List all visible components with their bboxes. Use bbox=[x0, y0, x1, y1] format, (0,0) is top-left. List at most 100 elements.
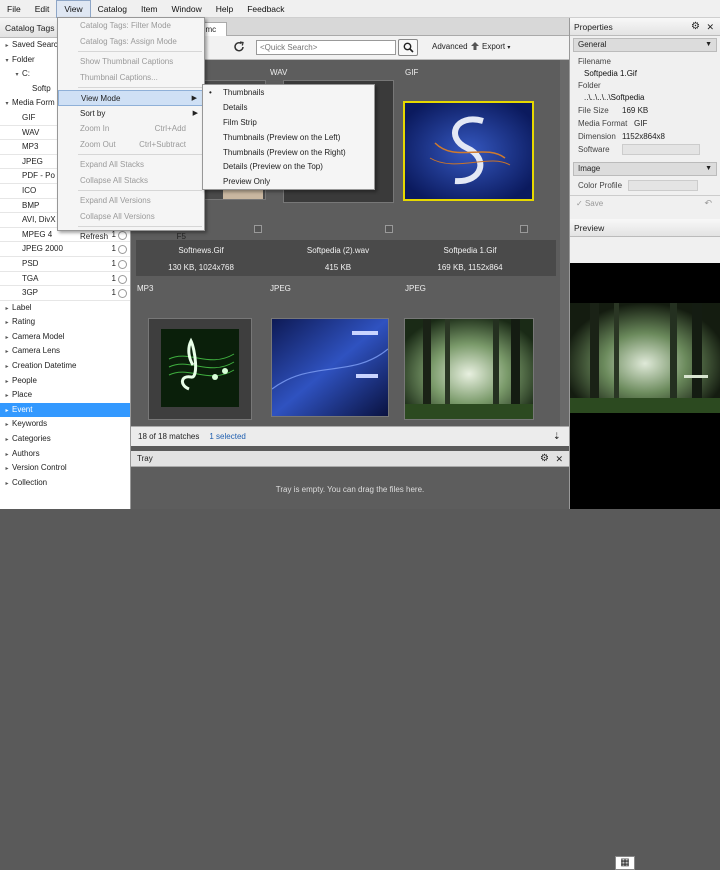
tree-item[interactable]: ▸ Camera Model bbox=[0, 330, 130, 345]
tree-item[interactable]: TGA 1 bbox=[0, 272, 130, 287]
menu-help[interactable]: Help bbox=[209, 0, 240, 18]
select-checkbox[interactable] bbox=[254, 225, 262, 233]
expand-arrow-icon[interactable]: ▾ bbox=[12, 68, 22, 82]
tree-item[interactable]: ▸ Place bbox=[0, 388, 130, 403]
expand-arrow-icon[interactable]: ▸ bbox=[2, 462, 12, 476]
view-menu-item[interactable]: Refresh F5 bbox=[58, 229, 204, 245]
expand-arrow-icon[interactable]: ▸ bbox=[2, 302, 12, 316]
grid-scrollbar[interactable] bbox=[560, 60, 569, 426]
expand-arrow-icon[interactable]: ▸ bbox=[2, 448, 12, 462]
tree-item[interactable]: 3GP 1 bbox=[0, 286, 130, 301]
export-icon bbox=[470, 41, 480, 51]
search-button[interactable] bbox=[398, 39, 418, 56]
tree-item[interactable]: ▸ Collection bbox=[0, 476, 130, 491]
general-section-header[interactable]: General ▼ bbox=[573, 38, 717, 52]
stack-toggle-icon[interactable]: ⇣ bbox=[553, 431, 561, 442]
menu-file[interactable]: File bbox=[0, 0, 28, 18]
view-mode-item[interactable]: Thumbnails (Preview on the Right) bbox=[203, 146, 374, 161]
menu-item[interactable]: Item bbox=[134, 0, 165, 18]
menu-item-shortcut: Ctrl+Add bbox=[154, 124, 186, 133]
software-field[interactable] bbox=[622, 144, 700, 155]
tree-item[interactable]: ▸ Event bbox=[0, 402, 130, 418]
view-menu-item[interactable]: Catalog Tags: Assign Mode bbox=[58, 34, 204, 50]
tag-assign-toggle[interactable] bbox=[118, 274, 127, 284]
menu-separator bbox=[78, 51, 202, 52]
refresh-icon[interactable] bbox=[232, 40, 246, 54]
advanced-button[interactable]: Advanced bbox=[432, 42, 468, 51]
colorprofile-field[interactable] bbox=[628, 180, 698, 191]
expand-arrow-icon[interactable]: ▸ bbox=[2, 433, 12, 447]
tag-assign-toggle[interactable] bbox=[118, 245, 127, 255]
tree-item[interactable]: ▸ Authors bbox=[0, 447, 130, 462]
gear-icon[interactable]: ⚙ bbox=[691, 18, 700, 36]
menu-view[interactable]: View bbox=[56, 0, 91, 18]
thumbnail-jpeg-2[interactable] bbox=[404, 318, 534, 420]
tree-item[interactable]: ▸ Categories bbox=[0, 432, 130, 447]
select-checkbox[interactable] bbox=[385, 225, 393, 233]
view-mode-item[interactable]: Preview Only bbox=[203, 175, 374, 190]
view-menu-item[interactable]: Expand All Stacks bbox=[58, 157, 204, 173]
view-menu-item[interactable]: Collapse All Versions bbox=[58, 209, 204, 225]
expand-arrow-icon[interactable]: ▾ bbox=[2, 54, 12, 68]
expand-arrow-icon[interactable]: ▸ bbox=[2, 404, 12, 418]
tree-item[interactable]: ▸ Version Control bbox=[0, 461, 130, 476]
expand-arrow-icon[interactable]: ▸ bbox=[2, 331, 12, 345]
quick-search-input[interactable] bbox=[256, 40, 396, 55]
tree-item[interactable]: ▸ Label bbox=[0, 301, 130, 316]
expand-arrow-icon[interactable]: ▸ bbox=[2, 345, 12, 359]
revert-icon[interactable]: ↶ bbox=[704, 198, 712, 209]
tray-area[interactable]: Tray is empty. You can drag the files he… bbox=[131, 467, 569, 509]
close-icon[interactable]: ✕ bbox=[555, 451, 563, 467]
view-menu-item[interactable]: View Mode ▶ bbox=[58, 90, 204, 106]
menu-edit[interactable]: Edit bbox=[28, 0, 57, 18]
view-menu-item[interactable]: Catalog Tags: Filter Mode bbox=[58, 18, 204, 34]
tree-item-label: JPEG bbox=[22, 156, 43, 166]
tree-item[interactable]: JPEG 2000 1 bbox=[0, 242, 130, 257]
view-menu-item[interactable]: Show Thumbnail Captions bbox=[58, 54, 204, 70]
expand-arrow-icon[interactable]: ▸ bbox=[2, 375, 12, 389]
close-icon[interactable]: ✕ bbox=[706, 18, 714, 36]
tree-item[interactable]: ▸ Creation Datetime bbox=[0, 359, 130, 374]
view-mode-item[interactable]: Film Strip bbox=[203, 116, 374, 131]
view-menu-item[interactable]: Collapse All Stacks bbox=[58, 173, 204, 189]
expand-arrow-icon[interactable]: ▸ bbox=[2, 418, 12, 432]
tag-assign-toggle[interactable] bbox=[118, 259, 127, 269]
expand-arrow-icon[interactable]: ▸ bbox=[2, 316, 12, 330]
thumbnail-mp3[interactable] bbox=[148, 318, 252, 420]
menu-item-label: Catalog Tags: Filter Mode bbox=[80, 21, 172, 30]
save-button[interactable]: ✓ Save bbox=[576, 199, 603, 208]
menu-window[interactable]: Window bbox=[164, 0, 208, 18]
tree-item[interactable]: ▸ Keywords bbox=[0, 417, 130, 432]
view-menu-item[interactable]: Zoom Out Ctrl+Subtract bbox=[58, 137, 204, 153]
select-checkbox[interactable] bbox=[520, 225, 528, 233]
expand-arrow-icon[interactable]: ▸ bbox=[2, 360, 12, 374]
expand-arrow-icon[interactable]: ▸ bbox=[2, 39, 12, 53]
tree-item[interactable]: ▸ People bbox=[0, 374, 130, 389]
tree-item-label: Media Form bbox=[12, 98, 55, 108]
thumbnail-softpedia-gif[interactable] bbox=[403, 101, 534, 201]
view-thumbnails-icon[interactable]: ▦ bbox=[615, 856, 635, 870]
view-mode-item[interactable]: Details (Preview on the Top) bbox=[203, 160, 374, 175]
folder-value: ..\..\..\..\Softpedia bbox=[584, 93, 645, 102]
view-menu-item[interactable]: Thumbnail Captions... bbox=[58, 70, 204, 86]
tree-item[interactable]: ▸ Rating bbox=[0, 315, 130, 330]
view-menu-item[interactable]: Expand All Versions bbox=[58, 193, 204, 209]
gear-icon[interactable]: ⚙ bbox=[540, 451, 549, 467]
view-mode-item[interactable]: Thumbnails (Preview on the Left) bbox=[203, 131, 374, 146]
export-button[interactable]: Export ▾ bbox=[482, 42, 510, 51]
expand-arrow-icon[interactable]: ▸ bbox=[2, 389, 12, 403]
view-mode-item[interactable]: Details bbox=[203, 101, 374, 116]
tree-item[interactable]: ▸ Camera Lens bbox=[0, 344, 130, 359]
view-mode-item[interactable]: • Thumbnails bbox=[203, 86, 374, 101]
thumbnail-jpeg-1[interactable] bbox=[271, 318, 389, 417]
view-menu-item[interactable]: Zoom In Ctrl+Add bbox=[58, 121, 204, 137]
expand-arrow-icon[interactable]: ▸ bbox=[2, 477, 12, 491]
tag-assign-toggle[interactable] bbox=[118, 289, 127, 299]
expand-arrow-icon[interactable]: ▾ bbox=[2, 97, 12, 111]
menu-item-label: Collapse All Stacks bbox=[80, 175, 149, 185]
view-menu-item[interactable]: Sort by ▶ bbox=[58, 106, 204, 122]
tree-item[interactable]: PSD 1 bbox=[0, 257, 130, 272]
menu-feedback[interactable]: Feedback bbox=[240, 0, 291, 18]
image-section-header[interactable]: Image ▼ bbox=[573, 162, 717, 176]
menu-catalog[interactable]: Catalog bbox=[91, 0, 134, 18]
